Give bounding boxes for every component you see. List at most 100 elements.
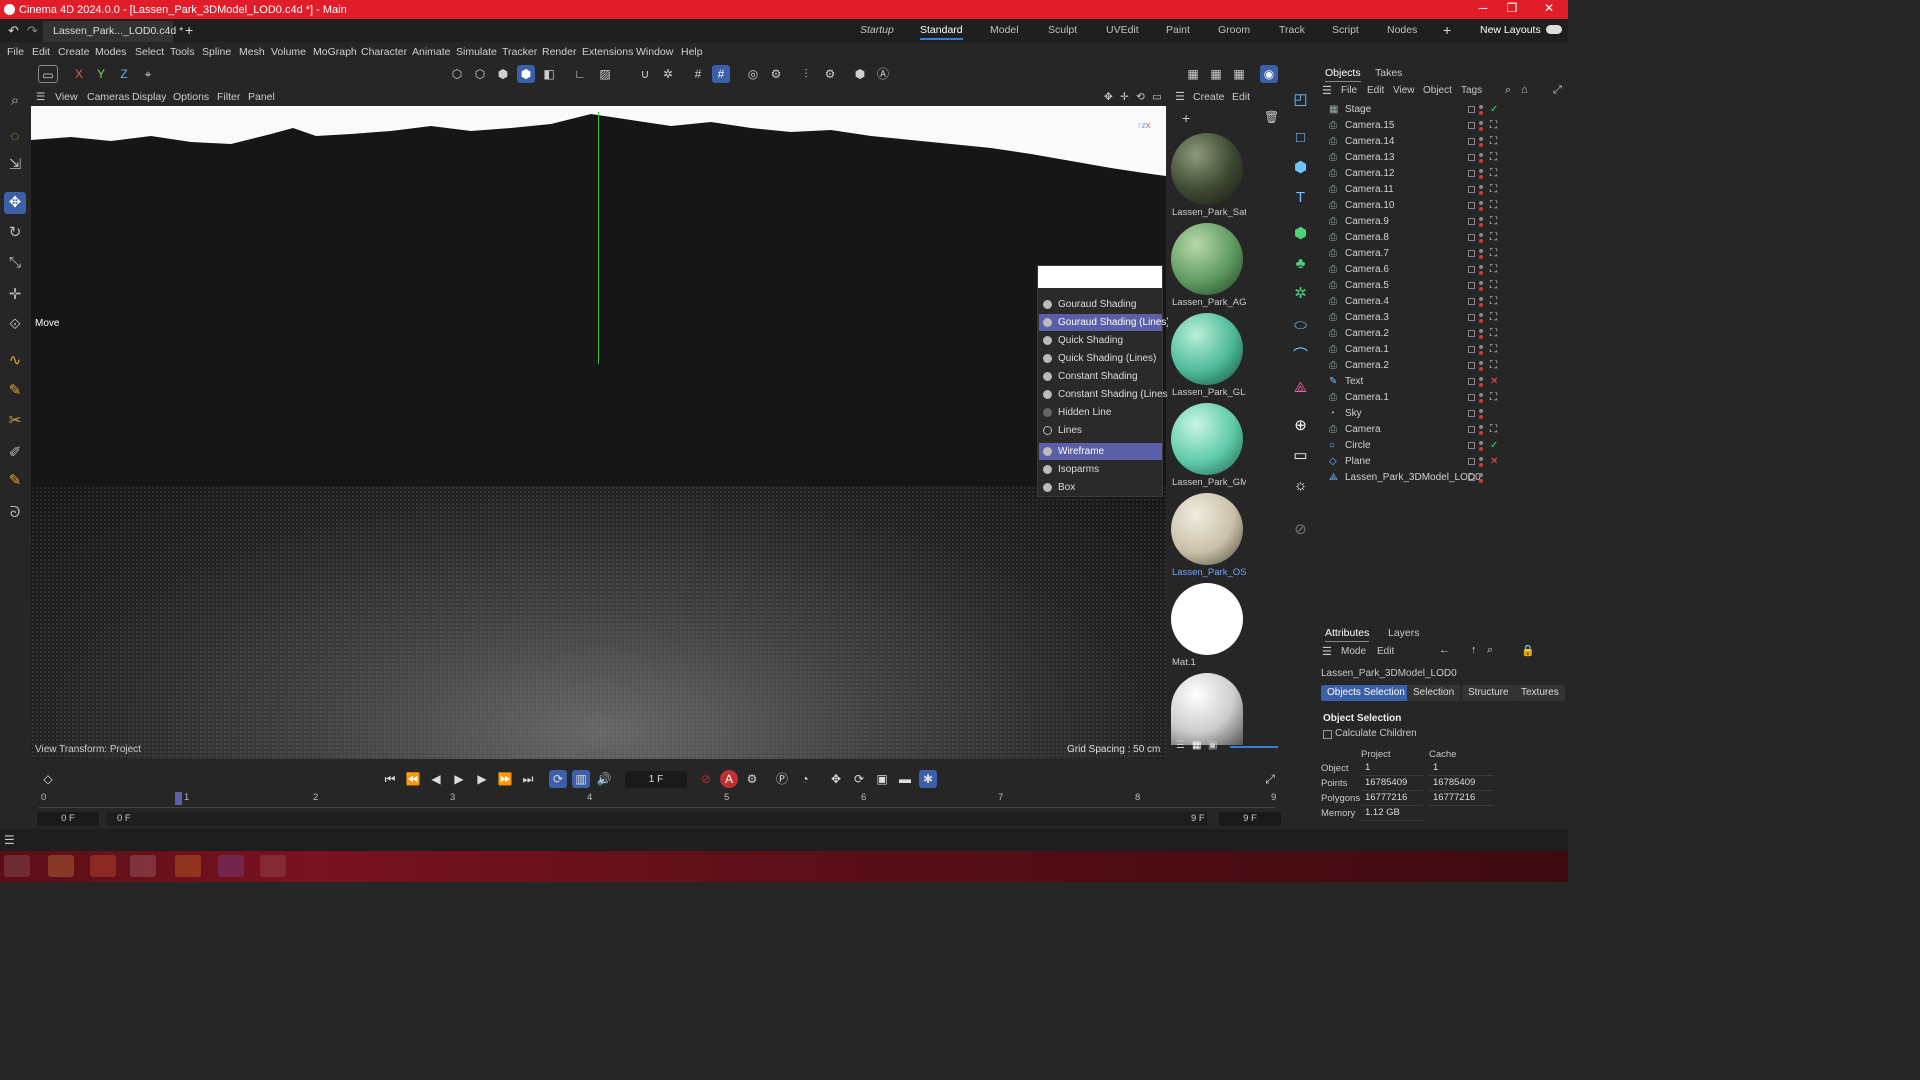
object-row-lassen-model[interactable]: ⟁ Lassen_Park_3DModel_LOD0 [1317,470,1568,486]
objects-menu-edit[interactable]: Edit [1367,85,1384,96]
grid-icon[interactable]: # [689,65,707,83]
points-mode-icon[interactable]: ⬡ [448,65,466,83]
next-key-icon[interactable]: ⏩ [496,770,514,788]
sound-icon[interactable]: 🔊 [595,770,613,788]
key-settings-icon[interactable]: ⚙ [743,770,761,788]
key-position-icon[interactable]: Ⓟ [773,770,791,788]
undo-icon[interactable]: ↶ [8,23,19,39]
layout-script[interactable]: Script [1332,24,1359,36]
object-row-sky[interactable]: ◔ Sky [1317,406,1568,422]
tab-attributes[interactable]: Attributes [1325,627,1370,642]
object-row-camera1[interactable]: ⎙ Camera.1 ⛶ [1317,342,1568,358]
menu-edit[interactable]: Edit [32,46,50,58]
text-icon[interactable]: T [1289,186,1312,209]
material-menu-edit[interactable]: Edit [1232,91,1250,103]
constant-shading-option[interactable]: Constant Shading [1039,368,1162,385]
layout-manager-icon[interactable]: ▭ [38,65,58,83]
rotate-tool-icon[interactable]: ↻ [4,222,26,244]
subtab-objects-selection[interactable]: Objects Selection [1321,685,1411,701]
viewport-menu-cameras[interactable]: Cameras [87,91,130,103]
objects-menu-object[interactable]: Object [1423,85,1452,96]
symmetry-settings-icon[interactable]: ⚙ [821,65,839,83]
current-frame-field[interactable]: 1 F [625,771,687,788]
material-thumb-glan[interactable] [1171,313,1243,385]
objects-menu-tags[interactable]: Tags [1461,85,1482,96]
paint-tool-icon[interactable]: ✎ [4,470,26,492]
object-row-plane[interactable]: ◇ Plane ✕ [1317,454,1568,470]
menu-modes[interactable]: Modes [95,46,127,58]
back-arrow-icon[interactable]: ← [1439,644,1450,656]
y-axis-lock[interactable]: Y [92,65,110,83]
brush-icon[interactable]: ✐ [4,442,26,464]
loop-icon[interactable]: ⟳ [549,770,567,788]
object-row-camera7[interactable]: ⎙ Camera.7 ⛶ [1317,246,1568,262]
menu-mesh[interactable]: Mesh [239,46,265,58]
menu-select[interactable]: Select [135,46,164,58]
render-settings-icon[interactable]: ⚙ [767,65,785,83]
material-thumb-osm[interactable] [1171,493,1243,565]
range-bar[interactable] [107,812,1207,826]
menu-file[interactable]: File [7,46,24,58]
playhead[interactable] [175,792,182,805]
menu-render[interactable]: Render [542,46,576,58]
record-icon[interactable]: ⊘ [697,770,715,788]
add-material-icon[interactable]: + [1182,110,1190,126]
spline-object-icon[interactable]: ⌒ [1289,344,1312,367]
material-thumb-satel[interactable] [1171,133,1243,205]
objects-menu-view[interactable]: View [1393,85,1415,96]
lines-option[interactable]: Lines [1039,422,1162,439]
generator-icon[interactable]: ⬢ [1289,222,1312,245]
menu-character[interactable]: Character [361,46,407,58]
scale-tool-icon[interactable]: ⤡ [4,252,26,274]
material-thumb-gma[interactable] [1171,403,1243,475]
viewport-hamburger-icon[interactable]: ☰ [36,91,45,103]
material-thumb-default[interactable] [1171,673,1243,745]
list-view-icon[interactable]: ☰ [1176,740,1185,751]
render-picture-viewer-icon[interactable]: ▦ [1207,65,1225,83]
object-row-text[interactable]: ✎ Text ✕ [1317,374,1568,390]
object-row-camera3[interactable]: ⎙ Camera.3 ⛶ [1317,310,1568,326]
object-row-camera2[interactable]: ⎙ Camera.2 ⛶ [1317,326,1568,342]
attributes-menu-edit[interactable]: Edit [1377,646,1394,657]
viewport-menu-display[interactable]: Display [132,91,166,103]
attributes-menu-mode[interactable]: Mode [1341,646,1366,657]
symmetry-icon[interactable]: ⫶ [797,65,815,83]
object-row-camera11[interactable]: ⎙ Camera.11 ⛶ [1317,182,1568,198]
redo-icon[interactable]: ↷ [27,23,38,39]
camera-icon[interactable]: ◰ [1289,88,1312,111]
status-menu-icon[interactable]: ☰ [4,833,15,847]
object-row-camera6[interactable]: ⎙ Camera.6 ⛶ [1317,262,1568,278]
viewport-menu-filter[interactable]: Filter [217,91,240,103]
knife-tool-icon[interactable]: ✂ [4,410,26,432]
object-row-stage[interactable]: ▦ Stage ✓ [1317,102,1568,118]
menu-create[interactable]: Create [58,46,90,58]
lock-icon[interactable]: 🔒 [1521,644,1535,657]
x-axis-lock[interactable]: X [70,65,88,83]
material-thumb-mat1[interactable] [1171,583,1243,655]
effector-icon[interactable]: ⟁ [1289,376,1312,399]
material-hamburger-icon[interactable]: ☰ [1175,90,1185,103]
move-tool-icon[interactable]: ✥ [4,192,26,214]
attributes-search-icon[interactable]: ⌕ [1487,644,1493,657]
viewport-pan-icon[interactable]: ✥ [1104,91,1113,103]
step-back-icon[interactable]: ◀ [427,770,445,788]
home-icon[interactable]: ⌂ [1521,84,1528,96]
maximize-icon[interactable]: ❐ [1497,0,1527,19]
timeline-ruler[interactable] [39,790,1275,808]
object-row-camera1b[interactable]: ⎙ Camera.1 ⛶ [1317,390,1568,406]
layout-nodes[interactable]: Nodes [1387,24,1417,36]
environment-icon[interactable]: ⊕ [1289,414,1312,437]
object-row-camera5[interactable]: ⎙ Camera.5 ⛶ [1317,278,1568,294]
minimize-icon[interactable]: ─ [1468,0,1498,19]
subtab-selection[interactable]: Selection [1407,685,1461,701]
object-row-camera8[interactable]: ⎙ Camera.8 ⛶ [1317,230,1568,246]
light-icon[interactable]: ☼ [1289,474,1312,497]
edit-render-settings-icon[interactable]: ▦ [1230,65,1248,83]
cloner-icon[interactable]: ♣ [1289,252,1312,275]
coordinate-system-icon[interactable]: ⌖ [139,65,157,83]
object-row-camera14[interactable]: ⎙ Camera.14 ⛶ [1317,134,1568,150]
layout-model[interactable]: Model [990,24,1019,36]
taskbar-app-6[interactable] [218,855,244,877]
tab-takes[interactable]: Takes [1375,67,1402,79]
cube-outline-icon[interactable]: □ [1289,126,1312,149]
